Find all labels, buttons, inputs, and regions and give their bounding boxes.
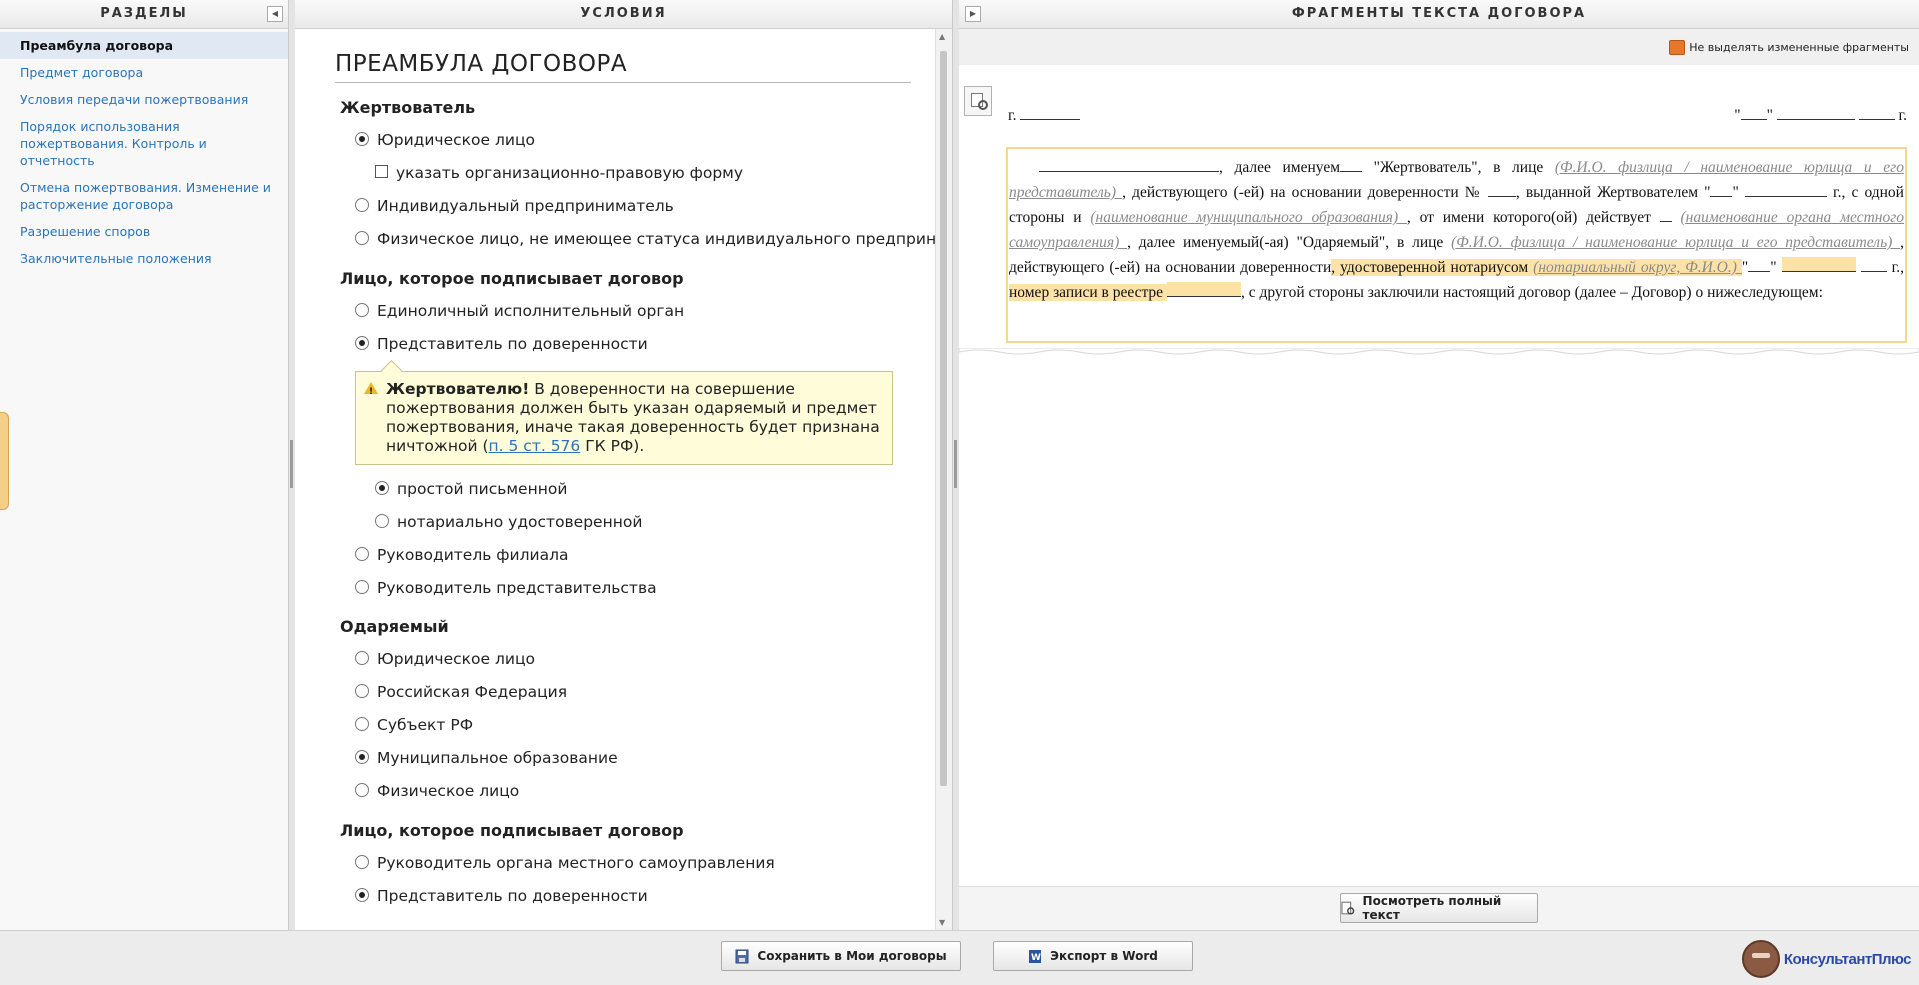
highlight-toggle[interactable]: Не выделять измененные фрагменты [1669, 40, 1909, 55]
sections-nav: Преамбула договора Предмет договора Усло… [0, 29, 288, 272]
note-bold: Жертвователю! [386, 380, 530, 398]
highlighted-registry-text: номер записи в реестре [1009, 284, 1167, 301]
option-donor-legal-entity[interactable]: Юридическое лицо [355, 124, 936, 157]
preamble-fragment-text: , далее именуем "Жертвователь", в лице (… [1006, 147, 1907, 343]
scrollbar-thumb[interactable] [940, 51, 947, 786]
svg-text:W: W [1031, 953, 1041, 963]
nav-item-cancellation[interactable]: Отмена пожертвования. Изменение и растор… [0, 174, 288, 218]
warning-icon [364, 382, 378, 402]
contract-fragment: г. " " г. , далее именуем "Жертвователь",… [959, 65, 1919, 355]
radio-selected-icon[interactable] [375, 480, 389, 495]
radio-icon[interactable] [375, 513, 389, 528]
note-tail: ГК РФ). [580, 437, 645, 455]
bottom-toolbar: Сохранить в Мои договоры W Экспорт в Wor… [0, 930, 1919, 985]
sections-panel: РАЗДЕЛЫ ◀ Преамбула договора Предмет дог… [0, 0, 289, 930]
radio-icon[interactable] [355, 854, 369, 869]
option-donee-legal-entity[interactable]: Юридическое лицо [355, 643, 936, 676]
logo-mascot-icon [1741, 940, 1780, 978]
word-icon: W [1029, 949, 1042, 963]
warning-note: Жертвователю! В доверенности на совершен… [355, 359, 893, 465]
option-donee-individual[interactable]: Физическое лицо [355, 775, 936, 808]
option-proxy-representative[interactable]: Представитель по доверенности [355, 328, 936, 361]
sections-title: РАЗДЕЛЫ [100, 6, 188, 21]
radio-icon[interactable] [355, 579, 369, 594]
radio-selected-icon[interactable] [355, 335, 369, 350]
export-to-word-button[interactable]: W Экспорт в Word [993, 941, 1193, 971]
option-sole-executive[interactable]: Единоличный исполнительный орган [355, 295, 936, 328]
group-title-donor-signer: Лицо, которое подписывает договор [340, 269, 684, 288]
group-title-donee: Одаряемый [340, 617, 449, 636]
radio-icon[interactable] [355, 302, 369, 317]
conditions-heading: ПРЕАМБУЛА ДОГОВОРА [335, 51, 911, 83]
side-tab-handle[interactable] [0, 412, 9, 510]
option-notarized[interactable]: нотариально удостоверенной [375, 506, 936, 539]
fragments-header: ▶ ФРАГМЕНТЫ ТЕКСТА ДОГОВОРА [959, 0, 1919, 29]
torn-edge [959, 348, 1919, 355]
radio-selected-icon[interactable] [355, 131, 369, 146]
sections-header: РАЗДЕЛЫ ◀ [0, 0, 288, 29]
city-line: г. [1008, 105, 1081, 125]
date-line: " " г. [1734, 107, 1907, 124]
expand-right-button[interactable]: ▶ [965, 6, 981, 22]
law-reference-link[interactable]: п. 5 ст. 576 [489, 437, 581, 455]
option-donor-entrepreneur[interactable]: Индивидуальный предприниматель [355, 190, 936, 223]
fragments-toolbar: Не выделять измененные фрагменты [959, 29, 1919, 66]
option-simple-written[interactable]: простой письменной [375, 473, 936, 506]
fragments-footer: Посмотреть полный текст [959, 886, 1919, 930]
document-view-icon [1341, 901, 1355, 915]
consultant-plus-logo: КонсультантПлюс [1741, 940, 1912, 978]
conditions-body: ПРЕАМБУЛА ДОГОВОРА Жертвователь Юридичес… [295, 29, 936, 930]
group-title-donee-signer: Лицо, которое подписывает договор [340, 821, 684, 840]
save-to-my-contracts-button[interactable]: Сохранить в Мои договоры [721, 941, 961, 971]
view-full-text-button[interactable]: Посмотреть полный текст [1340, 893, 1538, 923]
radio-icon[interactable] [355, 197, 369, 212]
radio-icon[interactable] [355, 230, 369, 245]
highlight-marker-icon [1669, 40, 1686, 55]
radio-icon[interactable] [355, 650, 369, 665]
scroll-down-icon[interactable]: ▼ [939, 918, 945, 927]
option-donee-russian-federation[interactable]: Российская Федерация [355, 676, 936, 709]
nav-item-transfer-conditions[interactable]: Условия передачи пожертвования [0, 86, 288, 113]
nav-item-usage-order[interactable]: Порядок использования пожертвования. Кон… [0, 113, 288, 174]
conditions-panel: УСЛОВИЯ ПРЕАМБУЛА ДОГОВОРА Жертвователь … [295, 0, 953, 930]
preview-document-icon[interactable] [964, 86, 992, 116]
fragments-title: ФРАГМЕНТЫ ТЕКСТА ДОГОВОРА [1291, 6, 1587, 21]
option-donor-individual[interactable]: Физическое лицо, не имеющее статуса инди… [355, 223, 936, 256]
nav-item-subject[interactable]: Предмет договора [0, 59, 288, 86]
option-branch-head[interactable]: Руководитель филиала [355, 539, 936, 572]
nav-item-preamble[interactable]: Преамбула договора [0, 32, 288, 59]
option-legal-form-checkbox[interactable]: указать организационно-правовую форму [375, 157, 936, 190]
placeholder-municipality-name[interactable]: (наименование муниципального образования… [1090, 209, 1407, 226]
nav-item-disputes[interactable]: Разрешение споров [0, 218, 288, 245]
group-title-donor: Жертвователь [340, 98, 476, 117]
radio-selected-icon[interactable] [355, 749, 369, 764]
option-representative-office-head[interactable]: Руководитель представительства [355, 572, 936, 605]
fragments-panel: ▶ ФРАГМЕНТЫ ТЕКСТА ДОГОВОРА Не выделять … [959, 0, 1919, 930]
radio-icon[interactable] [355, 683, 369, 698]
option-donee-proxy[interactable]: Представитель по доверенности [355, 880, 936, 913]
radio-selected-icon[interactable] [355, 887, 369, 902]
collapse-left-button[interactable]: ◀ [267, 6, 283, 22]
radio-icon[interactable] [355, 546, 369, 561]
conditions-header: УСЛОВИЯ [295, 0, 952, 29]
save-floppy-icon [735, 949, 749, 963]
scroll-up-icon[interactable]: ▲ [939, 32, 945, 41]
radio-icon[interactable] [355, 782, 369, 797]
option-donee-municipality[interactable]: Муниципальное образование [355, 742, 936, 775]
radio-icon[interactable] [355, 716, 369, 731]
highlighted-notary-text: , удостоверенной нотариусом [1331, 259, 1534, 276]
option-local-government-head[interactable]: Руководитель органа местного самоуправле… [355, 847, 936, 880]
brand-name: КонсультантПлюс [1783, 950, 1912, 968]
placeholder-notary[interactable]: (нотариальный округ, Ф.И.О.) [1533, 259, 1742, 276]
option-donee-federal-subject[interactable]: Субъект РФ [355, 709, 936, 742]
conditions-title: УСЛОВИЯ [580, 6, 667, 21]
placeholder-donee-representative[interactable]: (Ф.И.О. физлица / наименование юрлица и … [1451, 234, 1900, 251]
checkbox-icon[interactable] [375, 165, 388, 178]
conditions-scrollbar[interactable]: ▲ ▼ [935, 29, 952, 930]
nav-item-final-provisions[interactable]: Заключительные положения [0, 245, 288, 272]
